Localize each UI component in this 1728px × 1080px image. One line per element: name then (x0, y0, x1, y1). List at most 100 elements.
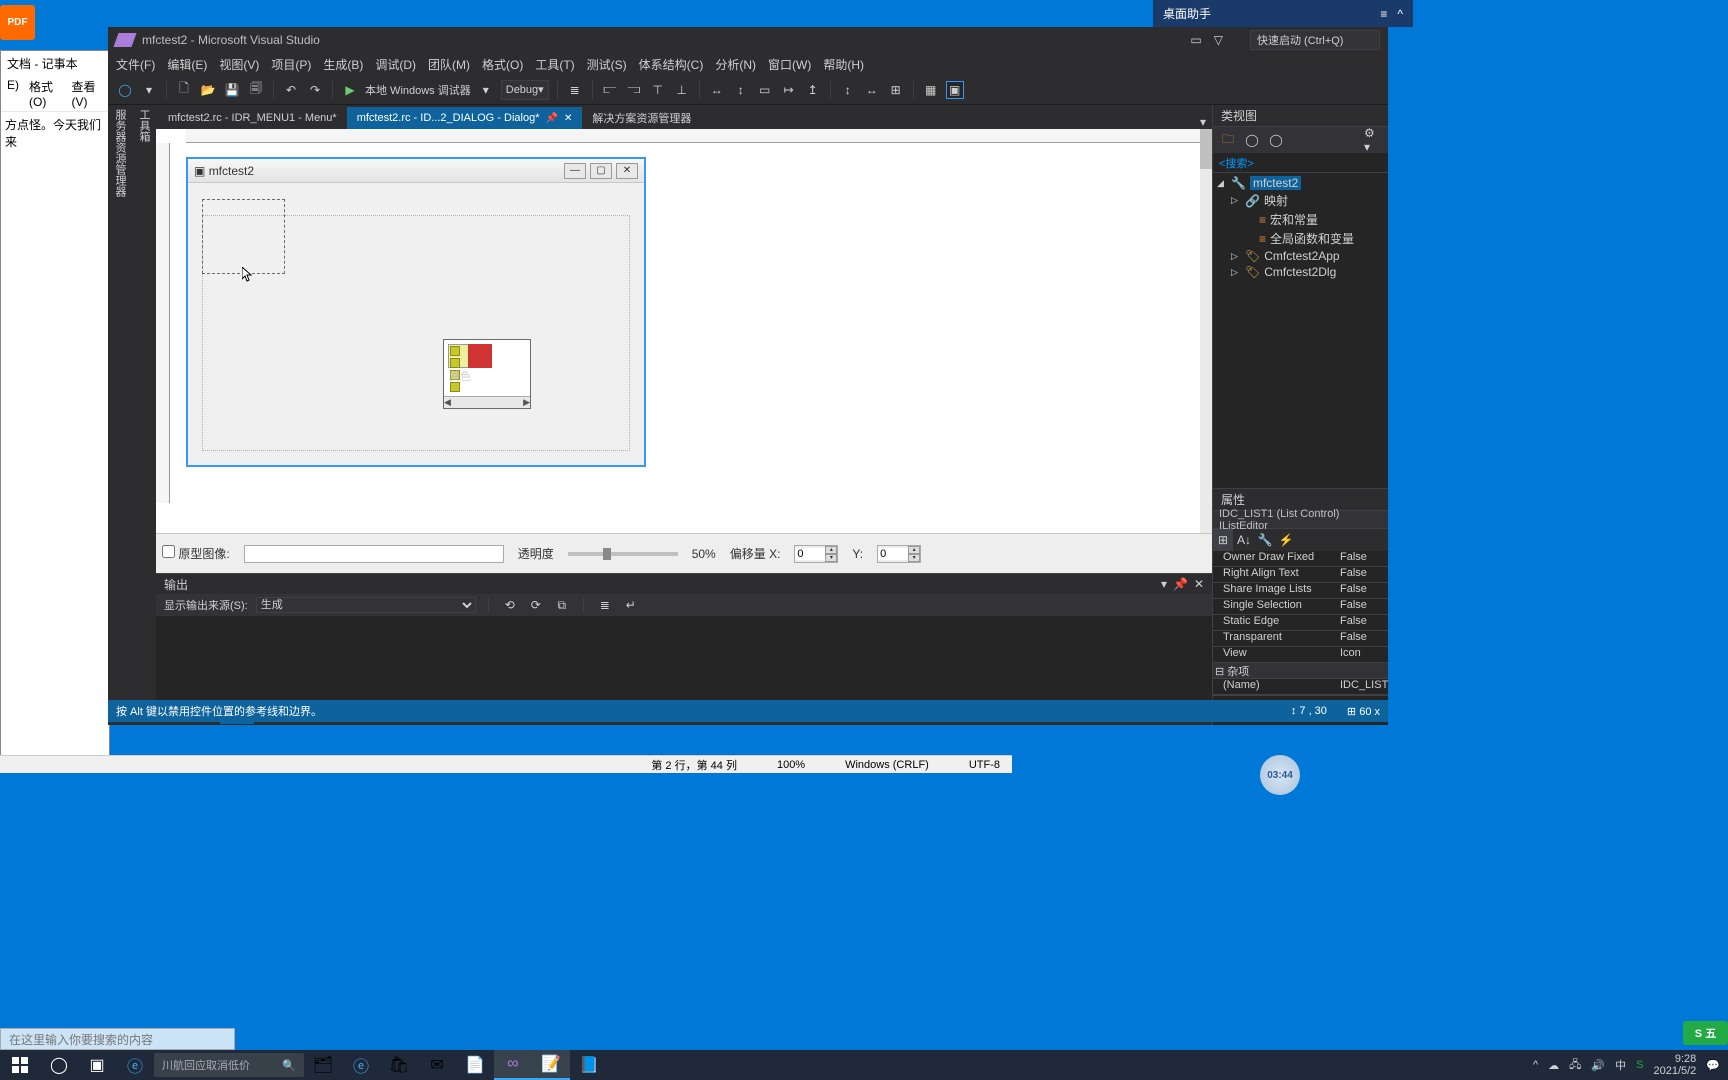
menu-file[interactable]: 文件(F) (116, 56, 155, 73)
output-tbtn-2[interactable]: ⟳ (527, 596, 545, 614)
tray-ime-icon[interactable]: 中 (1615, 1057, 1626, 1073)
app-icon-2[interactable]: 📘 (570, 1050, 608, 1080)
tray-chevron-icon[interactable]: ^ (1533, 1059, 1538, 1071)
pin-icon[interactable]: 📌 (545, 113, 557, 124)
open-icon[interactable]: 📂 (199, 81, 217, 99)
ie-icon[interactable]: ⓔ (116, 1050, 154, 1080)
document-tabs[interactable]: mfctest2.rc - IDR_MENU1 - Menu* mfctest2… (156, 105, 1212, 129)
menu-test[interactable]: 测试(S) (587, 56, 627, 73)
explorer-icon[interactable]: 🗂 (304, 1050, 342, 1080)
tray-app-icon[interactable]: S (1636, 1059, 1643, 1071)
scrollbar-vertical[interactable] (1200, 129, 1212, 533)
events-icon[interactable]: ⚡ (1276, 529, 1296, 551)
transparency-slider[interactable] (568, 552, 678, 556)
vs-toolbar[interactable]: ◯▾ 🗋 📂 💾 🗐 ↶ ↷ ▶ 本地 Windows 调试器 ▾ Debug … (108, 75, 1388, 105)
output-dropdown-icon[interactable]: ▾ (1161, 577, 1167, 591)
same-h-icon[interactable]: ↥ (804, 81, 822, 99)
menu-format[interactable]: 格式(O) (29, 78, 62, 109)
classview-header[interactable]: 类视图 (1213, 105, 1388, 127)
store-icon[interactable]: 🛍 (380, 1050, 418, 1080)
menu-arch[interactable]: 体系结构(C) (639, 56, 704, 73)
align-right-icon[interactable]: ⫎ (625, 81, 643, 99)
dialog-preview[interactable]: ▣ mfctest2 — ▢ ✕ (186, 157, 646, 467)
action-center-icon[interactable]: 💬 (1706, 1059, 1720, 1072)
mail-icon[interactable]: ✉ (418, 1050, 456, 1080)
desktop-assistant-bar[interactable]: 桌面助手 ≡ ^ (1153, 0, 1413, 27)
redo-icon[interactable]: ↷ (306, 81, 324, 99)
menu-edit[interactable]: 编辑(E) (167, 56, 207, 73)
nav-fwd-icon[interactable]: ▾ (140, 81, 158, 99)
properties-selection[interactable]: IDC_LIST1 (List Control) IListEditor (1213, 511, 1388, 529)
back-icon[interactable]: ◯ (1243, 131, 1261, 149)
offset-y-spinner[interactable]: ▴▾ (877, 545, 921, 563)
settings-icon[interactable]: ⚙ ▾ (1364, 131, 1382, 149)
classview-toolbar[interactable]: 🗀 ◯ ◯ ⚙ ▾ (1213, 127, 1388, 153)
app-icon-1[interactable]: 📄 (456, 1050, 494, 1080)
taskbar-tray[interactable]: ^ ☁ 🖧 🔊 中 S 9:28 2021/5/2 💬 (1385, 1050, 1728, 1080)
start-debug-label[interactable]: 本地 Windows 调试器 (365, 82, 471, 98)
desktop-pdf-icon[interactable]: PDF (0, 5, 45, 55)
output-pin-icon[interactable]: 📌 (1173, 577, 1188, 591)
list-scrollbar[interactable]: ◀▶ (444, 396, 530, 408)
server-explorer-tab[interactable]: 服务器资源管理器 (108, 105, 132, 725)
debug-dropdown-icon[interactable]: ▾ (477, 81, 495, 99)
start-debug-icon[interactable]: ▶ (341, 81, 359, 99)
output-wrap-icon[interactable]: ↵ (622, 596, 640, 614)
proto-image-checkbox[interactable]: 原型图像: (162, 545, 230, 562)
tool-icon-1[interactable]: ≣ (566, 81, 584, 99)
task-view-icon[interactable]: ▣ (78, 1050, 116, 1080)
toolbox-tab[interactable]: 工具箱 (132, 105, 156, 725)
start-button[interactable] (0, 1057, 40, 1073)
properties-icon[interactable]: 🔧 (1255, 529, 1275, 551)
output-tbtn-3[interactable]: ⧉ (553, 596, 571, 614)
tray-volume-icon[interactable]: 🔊 (1591, 1059, 1605, 1072)
list-item-partial[interactable] (476, 340, 484, 388)
menu-build[interactable]: 生成(B) (323, 56, 363, 73)
spacing-h-icon[interactable]: ↔ (708, 81, 726, 99)
vs-taskbar-icon[interactable]: ∞ (494, 1050, 532, 1080)
categorized-icon[interactable]: ⊞ (1213, 529, 1233, 551)
menu-debug[interactable]: 调试(D) (375, 56, 416, 73)
menu-edit[interactable]: E) (7, 78, 19, 109)
toggle-grid-icon[interactable]: ▦ (922, 81, 940, 99)
center-h-icon[interactable]: ↕ (839, 81, 857, 99)
nav-back-icon[interactable]: ◯ (116, 81, 134, 99)
list-control[interactable]: 黄色 ◀▶ (443, 339, 531, 409)
tray-onedrive-icon[interactable]: ☁ (1548, 1059, 1559, 1072)
output-tbtn-1[interactable]: ⟲ (501, 596, 519, 614)
static-control[interactable] (202, 199, 285, 274)
feedback-icon[interactable]: ▭ (1190, 33, 1201, 47)
tabs-overflow-icon[interactable]: ▾ (1194, 115, 1212, 129)
new-folder-icon[interactable]: 🗀 (1219, 131, 1237, 149)
forward-icon[interactable]: ◯ (1267, 131, 1285, 149)
properties-toolbar[interactable]: ⊞ A↓ 🔧 ⚡ (1213, 529, 1388, 551)
edge-icon[interactable]: ⓔ (342, 1050, 380, 1080)
output-text-area[interactable] (156, 616, 1212, 703)
undo-icon[interactable]: ↶ (282, 81, 300, 99)
new-item-icon[interactable]: 🗋 (175, 81, 193, 99)
config-selector[interactable]: Debug ▾ (501, 80, 549, 100)
vs-menubar[interactable]: 文件(F) 编辑(E) 视图(V) 项目(P) 生成(B) 调试(D) 团队(M… (108, 53, 1388, 75)
ime-badge[interactable]: S 五 (1683, 1021, 1728, 1045)
cortana-icon[interactable]: ◯ (40, 1050, 78, 1080)
menu-help[interactable]: 帮助(H) (823, 56, 864, 73)
classview-search-input[interactable]: <搜索> (1213, 153, 1388, 173)
notepad-taskbar-icon[interactable]: 📝 (532, 1050, 570, 1080)
output-source-select[interactable]: 生成 (256, 597, 476, 613)
tab-solution-explorer[interactable]: 解决方案资源管理器 (582, 107, 701, 129)
save-icon[interactable]: 💾 (223, 81, 241, 99)
notepad-content[interactable]: 方点怪。今天我们来 (1, 112, 109, 154)
tab-dialog-resource[interactable]: mfctest2.rc - ID...2_DIALOG - Dialog*📌✕ (347, 107, 583, 129)
size-eq-icon[interactable]: ▭ (756, 81, 774, 99)
designer-footer-toolbar[interactable]: 原型图像: 透明度 50% 偏移量 X: ▴▾ Y: ▴▾ (156, 533, 1212, 573)
assistant-up-icon[interactable]: ^ (1397, 7, 1403, 21)
assistant-menu-icon[interactable]: ≡ (1380, 7, 1387, 21)
notepad-menu[interactable]: E) 格式(O) 查看(V) (1, 76, 109, 112)
align-top-icon[interactable]: ⊤ (649, 81, 667, 99)
tray-network-icon[interactable]: 🖧 (1569, 1056, 1581, 1075)
menu-view[interactable]: 视图(V) (219, 56, 259, 73)
grid-icon[interactable]: ⊞ (887, 81, 905, 99)
offset-x-spinner[interactable]: ▴▾ (794, 545, 838, 563)
menu-format[interactable]: 格式(O) (482, 56, 523, 73)
menu-tools[interactable]: 工具(T) (535, 56, 574, 73)
